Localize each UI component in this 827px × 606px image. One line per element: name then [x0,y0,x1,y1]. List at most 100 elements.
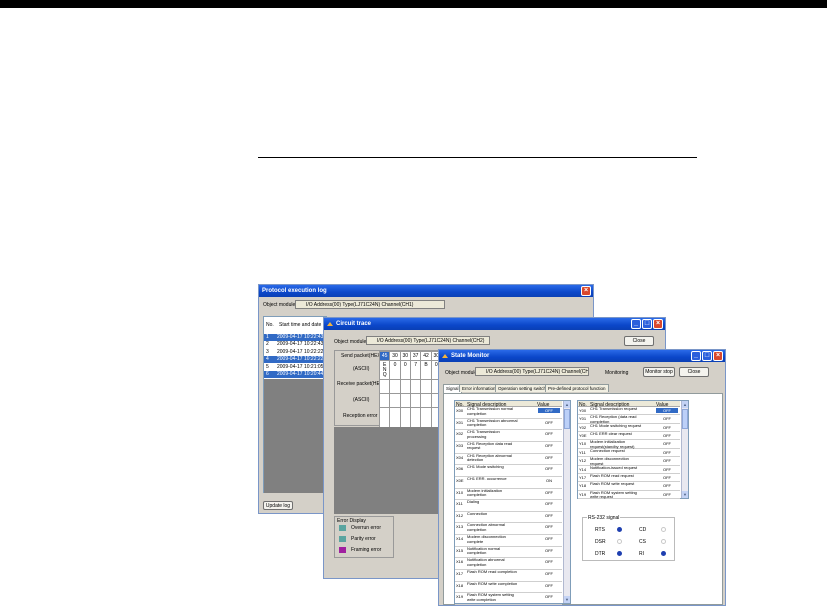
dtr-label: DTR [595,551,606,557]
signal-number: X13 [456,524,464,530]
overrun-swatch [339,525,346,531]
recv-ascii-label: (ASCII) [353,397,370,403]
log-row[interactable]: 3 2009-04-17 10:22:22 [264,349,326,356]
scroll-down-icon[interactable]: ▼ [682,491,688,498]
signal-number: X11 [456,501,463,507]
signal-row[interactable]: X0E CH1 ERR. occurrence ON [455,476,562,489]
close-icon[interactable]: × [713,351,723,361]
scroll-thumb[interactable] [564,409,570,429]
cs-indicator [661,539,666,544]
log-row-number: 6 [266,371,269,377]
window-title: Circuit trace [336,321,372,327]
signal-value: OFF [545,512,553,518]
scroll-up-icon[interactable]: ▲ [682,401,688,408]
maximize-icon[interactable]: □ [642,319,652,329]
signal-row[interactable]: X14 Modem disconnection complete OFF [455,534,562,547]
signal-value: OFF [545,594,553,600]
update-log-button[interactable]: Update log [263,501,293,510]
state-monitor-window: State Monitor _ □ × Object module I/O Ad… [438,349,726,606]
dtr-indicator [617,551,622,556]
log-row[interactable]: 4 2009-04-17 10:22:22 [264,356,326,364]
trace-empty-area [334,427,440,514]
x-scrollbar[interactable]: ▲ ▼ [563,401,570,603]
signal-description: CH1 Mode switching request [590,422,642,428]
framing-label: Framing error [351,547,382,553]
signal-description: CH1 ERR clear request [590,431,632,437]
error-display-title: Error Display [337,518,366,524]
signal-number: Y19 [579,491,587,497]
signal-number: X16 [456,559,464,565]
signal-value: OFF [545,454,553,460]
signal-number: X06 [456,466,464,472]
maximize-icon[interactable]: □ [702,351,712,361]
signal-number: X15 [456,547,464,553]
signal-value: OFF [663,449,671,455]
signal-description: CH1 Transmission abnormal completion [467,417,518,428]
signal-description: Notification normal completion [467,545,501,556]
signal-description: Notification-issued request [590,464,638,470]
tab-operation-setting-switch[interactable]: Operation setting switch [495,384,550,392]
close-button[interactable]: Close [679,367,709,377]
y-scrollbar[interactable]: ▲ ▼ [681,401,688,498]
signal-value: OFF [663,416,671,422]
cd-indicator [661,527,666,532]
scroll-up-icon[interactable]: ▲ [564,401,570,408]
signal-description: Flash ROM read completion [467,569,517,575]
close-icon[interactable]: × [653,319,663,329]
log-row[interactable]: 6 2009-04-17 10:20:44 [264,371,326,378]
signal-description: Notification abnormal completion [467,557,505,567]
signal-description: CH1 Reception data read request [467,440,513,451]
circuit-trace-titlebar[interactable]: Circuit trace _ □ × [324,318,665,330]
recv-hex-label: Receive packet(HEX) [337,381,385,387]
close-button[interactable]: Close [624,336,654,346]
log-row-datetime: 2009-04-17 10:22:22 [277,356,324,363]
scroll-down-icon[interactable]: ▼ [564,596,570,603]
monitoring-status: Monitoring [605,370,629,376]
ri-label: RI [639,551,644,557]
signal-value: OFF [545,571,553,577]
log-row[interactable]: 5 2009-04-17 10:21:05 [264,364,326,371]
signal-row[interactable]: X19 Flash ROM system setting write comple… [455,593,562,605]
window-title: State Monitor [451,353,490,359]
tab-predefined-protocol-function[interactable]: Pre-defined protocol function [545,384,609,392]
minimize-icon[interactable]: _ [691,351,701,361]
signal-description: Connection [467,510,488,516]
signal-number: Y12 [579,458,587,464]
signal-number: Y02 [579,424,587,430]
signal-number: X17 [456,571,464,577]
signal-description: Dialing [467,499,480,505]
signal-value: OFF [545,524,553,530]
signal-row[interactable]: Y19 Flash ROM system setting write reques… [578,490,680,499]
log-empty-area [264,379,326,493]
ri-indicator [661,551,666,556]
object-module-field: I/O Address(00) Type(LJ71C24N) Channel(C… [475,367,589,376]
signal-value: OFF [545,466,553,472]
protocol-log-titlebar[interactable]: Protocol execution log × [259,285,593,297]
log-row-number: 1 [266,334,269,340]
signal-value: OFF [663,474,671,480]
signal-number: X00 [456,408,464,413]
signal-value: OFF [663,491,671,497]
tab-error-information[interactable]: Error information [459,384,499,392]
signal-description: CH1 Transmission request [590,406,638,411]
object-module-label: Object module [445,370,478,376]
close-icon[interactable]: × [581,286,591,296]
minimize-icon[interactable]: _ [631,319,641,329]
signal-row[interactable]: X00 CH1 Transmission normal completion OFF [455,406,562,419]
app-icon [442,354,448,358]
signal-number: X0E [456,477,464,483]
log-row-datetime: 2009-04-17 10:21:05 [277,363,324,370]
signal-number: X03 [456,442,464,448]
scroll-thumb[interactable] [682,409,688,429]
signal-row[interactable]: X03 CH1 Reception data read request OFF [455,440,562,454]
monitor-stop-button[interactable]: Monitor stop [643,367,675,377]
log-row[interactable]: 1 2009-04-17 10:22:43 [264,334,326,341]
log-row[interactable]: 2 2009-04-17 10:22:43 [264,341,326,348]
signal-number: X19 [456,594,464,600]
state-monitor-titlebar[interactable]: State Monitor _ □ × [439,350,725,362]
signal-number: X02 [456,431,464,437]
signal-value: OFF [545,559,553,565]
signal-row[interactable]: X17 Flash ROM read completion OFF [455,570,562,582]
signal-number: X01 [456,419,464,425]
signal-number: Y0E [579,433,587,439]
